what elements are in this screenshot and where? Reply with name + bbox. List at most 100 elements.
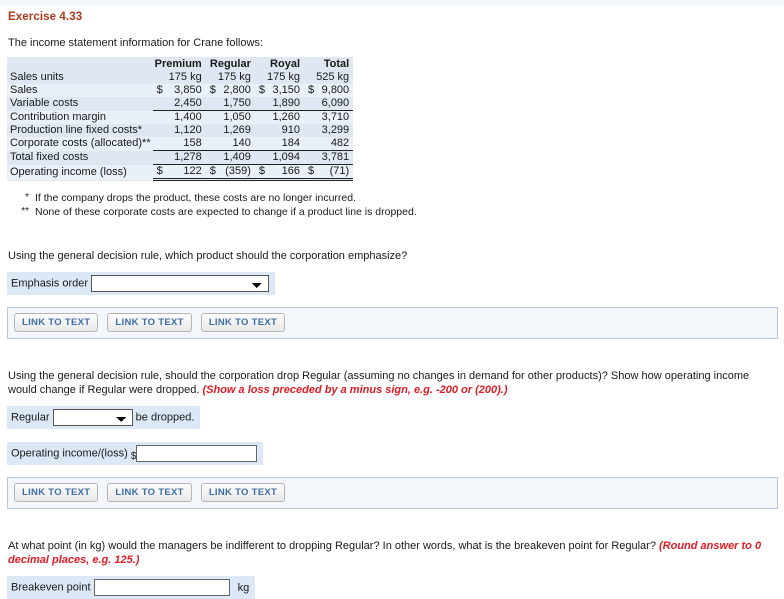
question-section-2: Using the general decision rule, should … <box>7 369 778 509</box>
cell-value: 175 kg <box>266 71 301 83</box>
drop-regular-select[interactable] <box>52 409 133 426</box>
cell-currency <box>254 150 265 165</box>
cell-value: 3,710 <box>314 110 354 124</box>
emphasis-order-label: Emphasis order <box>11 277 89 290</box>
cell-value: 1,050 <box>215 110 255 124</box>
cell-currency <box>255 97 265 111</box>
column-header-blank <box>7 57 153 71</box>
question-2-hint: (Show a loss preceded by a minus sign, e… <box>202 384 508 396</box>
breakeven-point-input[interactable] <box>93 579 230 596</box>
cell-value: 1,400 <box>164 110 206 124</box>
footnote-double-star: ** None of these corporate costs are expe… <box>7 205 777 219</box>
cell-value: 1,269 <box>223 124 251 136</box>
cell-currency <box>152 150 165 165</box>
table-body: Sales units 175 kg 175 kg 175 kg 525 kg … <box>7 71 354 181</box>
column-header-regular: Regular <box>209 57 251 70</box>
link-to-text-button[interactable]: LINK TO TEXT <box>200 483 286 502</box>
table-row: Sales $ 3,850 $ 2,800 $ 3,150 $ 9,800 <box>7 84 354 97</box>
table-row: Operating income (loss) $ 122 $ (359) $ … <box>7 164 354 181</box>
cell-currency <box>304 71 314 84</box>
cell-value: 140 <box>215 137 255 151</box>
drop-regular-suffix-label: be dropped. <box>135 411 195 424</box>
drop-regular-field-row: Regular be dropped. <box>7 406 201 429</box>
breakeven-point-field-row: Breakeven point kg <box>7 576 256 599</box>
cell-currency <box>206 97 216 111</box>
cell-value: 1,890 <box>272 97 301 109</box>
cell-currency <box>152 137 165 151</box>
intro-text: The income statement information for Cra… <box>8 37 263 49</box>
cell-value: 525 kg <box>316 71 350 83</box>
table-row: Production line fixed costs* 1,120 1,269… <box>7 124 353 137</box>
table-row: Corporate costs (allocated)** 158 140 18… <box>7 137 354 151</box>
row-label: Operating income (loss) <box>7 164 153 180</box>
link-to-text-button[interactable]: LINK TO TEXT <box>14 483 99 502</box>
cell-value: 2,800 <box>215 84 255 97</box>
cell-currency <box>304 150 315 165</box>
cell-currency <box>304 124 314 137</box>
cell-currency <box>304 97 314 111</box>
cell-currency: $ <box>304 164 315 181</box>
column-header-royal: Royal <box>270 57 301 70</box>
cell-currency <box>205 137 216 151</box>
question-section-3: At what point (in kg) would the managers… <box>7 539 777 599</box>
cell-currency: $ <box>304 84 315 97</box>
cell-currency <box>205 150 216 165</box>
cell-value: 3,781 <box>314 150 354 165</box>
question-3-main: At what point (in kg) would the managers… <box>8 540 656 552</box>
cell-currency: $ <box>254 164 265 181</box>
column-header-premium: Premium <box>154 57 202 70</box>
exercise-page: Exercise 4.33 The income statement infor… <box>0 11 784 599</box>
cell-value: 122 <box>164 164 206 181</box>
cell-value: 166 <box>264 164 305 181</box>
link-to-text-button[interactable]: LINK TO TEXT <box>107 313 192 332</box>
row-label: Production line fixed costs* <box>10 124 143 136</box>
operating-income-input[interactable] <box>136 445 258 462</box>
question-3-text: At what point (in kg) would the managers… <box>8 539 777 567</box>
cell-value: 3,850 <box>164 84 206 97</box>
row-label: Corporate costs (allocated)** <box>7 137 153 151</box>
cell-currency <box>153 71 165 84</box>
cell-currency <box>255 71 265 84</box>
cell-currency <box>206 124 216 137</box>
dollar-sign: $ <box>130 451 137 462</box>
table-footnotes: * If the company drops the product, these… <box>7 191 777 219</box>
question-2-text: Using the general decision rule, should … <box>8 369 777 397</box>
cell-value: 3,299 <box>321 124 350 136</box>
link-to-text-button[interactable]: LINK TO TEXT <box>14 313 99 332</box>
cell-currency <box>153 97 165 111</box>
cell-currency <box>254 110 265 124</box>
footnote-text: If the company drops the product, these … <box>35 192 357 204</box>
cell-currency <box>254 137 265 151</box>
operating-income-field-row: Operating income/(loss) $ <box>7 442 264 465</box>
top-band <box>0 0 784 6</box>
link-to-text-bar-2: LINK TO TEXT LINK TO TEXT LINK TO TEXT <box>7 477 778 509</box>
table-row: Contribution margin 1,400 1,050 1,260 3,… <box>7 110 354 124</box>
cell-value: 6,090 <box>321 97 350 109</box>
cell-value: 1,278 <box>164 150 206 165</box>
footnote-single-star: * If the company drops the product, these… <box>7 191 777 205</box>
link-to-text-button[interactable]: LINK TO TEXT <box>200 313 286 332</box>
cell-value: 482 <box>314 137 354 151</box>
cell-currency: $ <box>205 84 216 97</box>
cell-value: 1,750 <box>223 97 251 109</box>
link-to-text-button[interactable]: LINK TO TEXT <box>107 483 192 502</box>
cell-currency <box>304 110 315 124</box>
cell-value: 158 <box>164 137 206 151</box>
cell-currency <box>153 124 165 137</box>
cell-value: 1,120 <box>174 124 202 136</box>
column-header-total: Total <box>323 57 350 70</box>
page-title: Exercise 4.33 <box>8 11 83 23</box>
emphasis-order-select[interactable] <box>91 275 270 292</box>
cell-currency <box>255 124 265 137</box>
footnote-text: None of these corporate costs are expect… <box>35 206 417 218</box>
row-label: Total fixed costs <box>10 151 89 163</box>
cell-currency <box>152 110 165 124</box>
cell-value: (359) <box>215 164 255 181</box>
cell-value: 3,150 <box>264 84 305 97</box>
breakeven-point-unit: kg <box>237 581 250 594</box>
table-row: Sales units 175 kg 175 kg 175 kg 525 kg <box>7 71 353 84</box>
cell-value: 1,409 <box>215 150 255 165</box>
row-label: Sales units <box>10 71 64 83</box>
cell-value: 910 <box>281 124 301 136</box>
row-label: Sales <box>7 84 153 97</box>
